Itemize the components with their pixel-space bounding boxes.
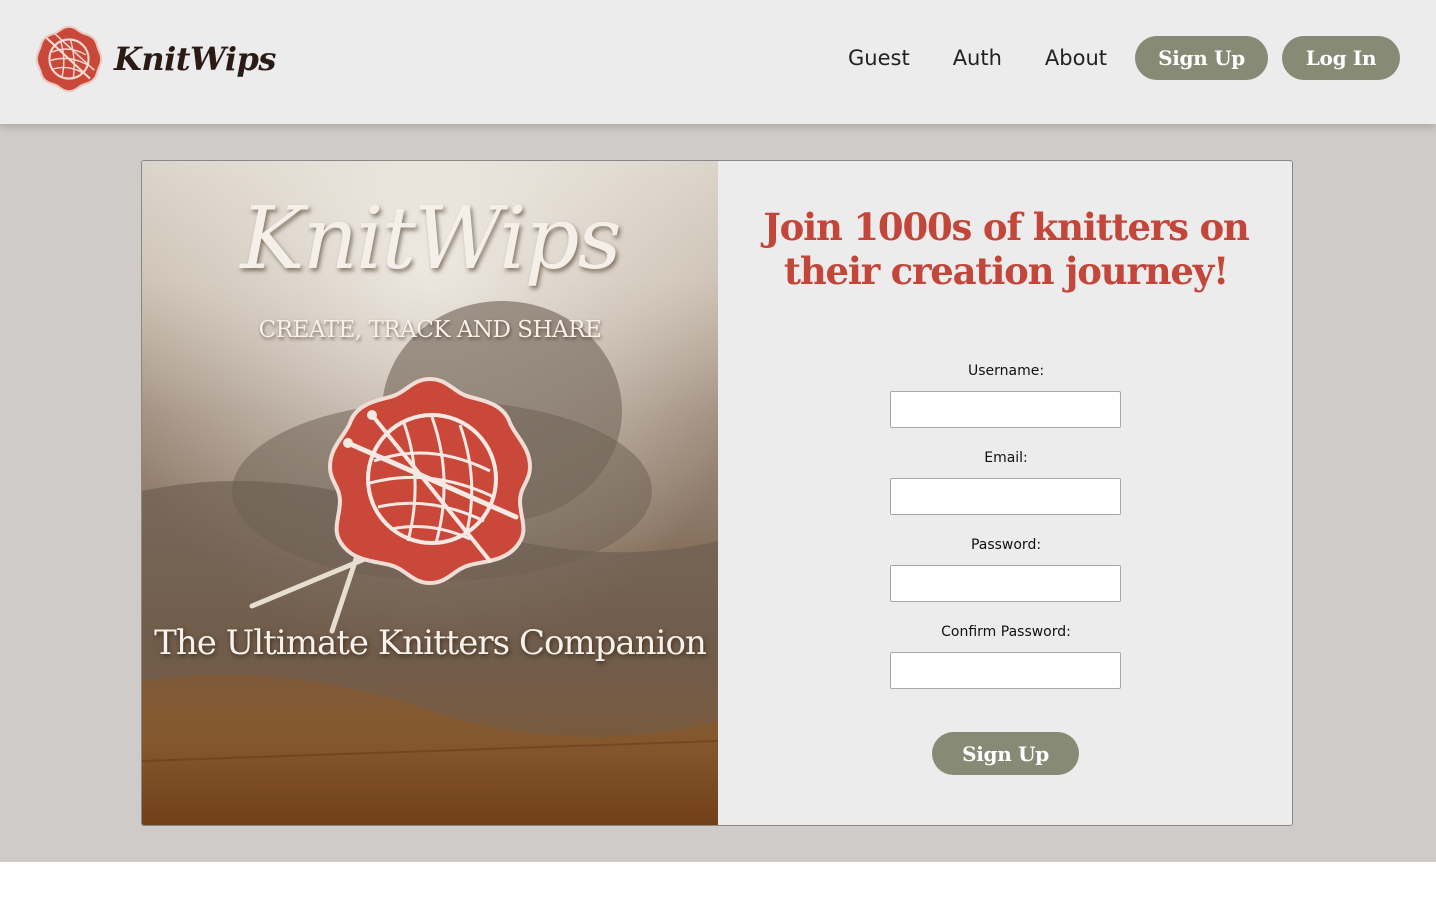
top-navbar: KnitWips Guest Auth About Sign Up Log In	[0, 0, 1436, 124]
nav-link-about[interactable]: About	[1045, 36, 1107, 80]
hero-image-panel: KnitWips CREATE, TRACK AND SHARE The Ult…	[142, 161, 718, 825]
signup-submit-button[interactable]: Sign Up	[932, 732, 1079, 775]
nav-signup-button[interactable]: Sign Up	[1135, 36, 1268, 80]
nav-menu: Guest Auth About Sign Up Log In	[848, 36, 1400, 80]
nav-login-button[interactable]: Log In	[1282, 36, 1400, 80]
main-content: KnitWips CREATE, TRACK AND SHARE The Ult…	[0, 124, 1436, 862]
password-label: Password:	[970, 537, 1042, 553]
nav-link-auth[interactable]: Auth	[953, 36, 1002, 80]
email-label: Email:	[984, 450, 1028, 466]
brand-home-link[interactable]: KnitWips	[34, 24, 276, 94]
form-heading: Join 1000s of knitters on their creation…	[763, 205, 1249, 293]
confirm-password-label: Confirm Password:	[941, 624, 1071, 640]
email-input[interactable]	[890, 478, 1121, 515]
username-label: Username:	[967, 363, 1045, 379]
yarn-ball-logo-icon	[35, 25, 103, 93]
username-input[interactable]	[890, 391, 1121, 428]
yarn-ball-needles-emblem-icon	[327, 376, 533, 586]
hero-subtitle: The Ultimate Knitters Companion	[154, 623, 707, 663]
nav-link-guest[interactable]: Guest	[848, 36, 910, 80]
confirm-password-input[interactable]	[890, 652, 1121, 689]
signup-form: Join 1000s of knitters on their creation…	[718, 161, 1292, 825]
signup-card: KnitWips CREATE, TRACK AND SHARE The Ult…	[141, 160, 1293, 826]
brand-name: KnitWips	[114, 40, 276, 78]
hero-tagline: CREATE, TRACK AND SHARE	[258, 317, 602, 343]
hero-title: KnitWips	[240, 189, 621, 289]
password-input[interactable]	[890, 565, 1121, 602]
